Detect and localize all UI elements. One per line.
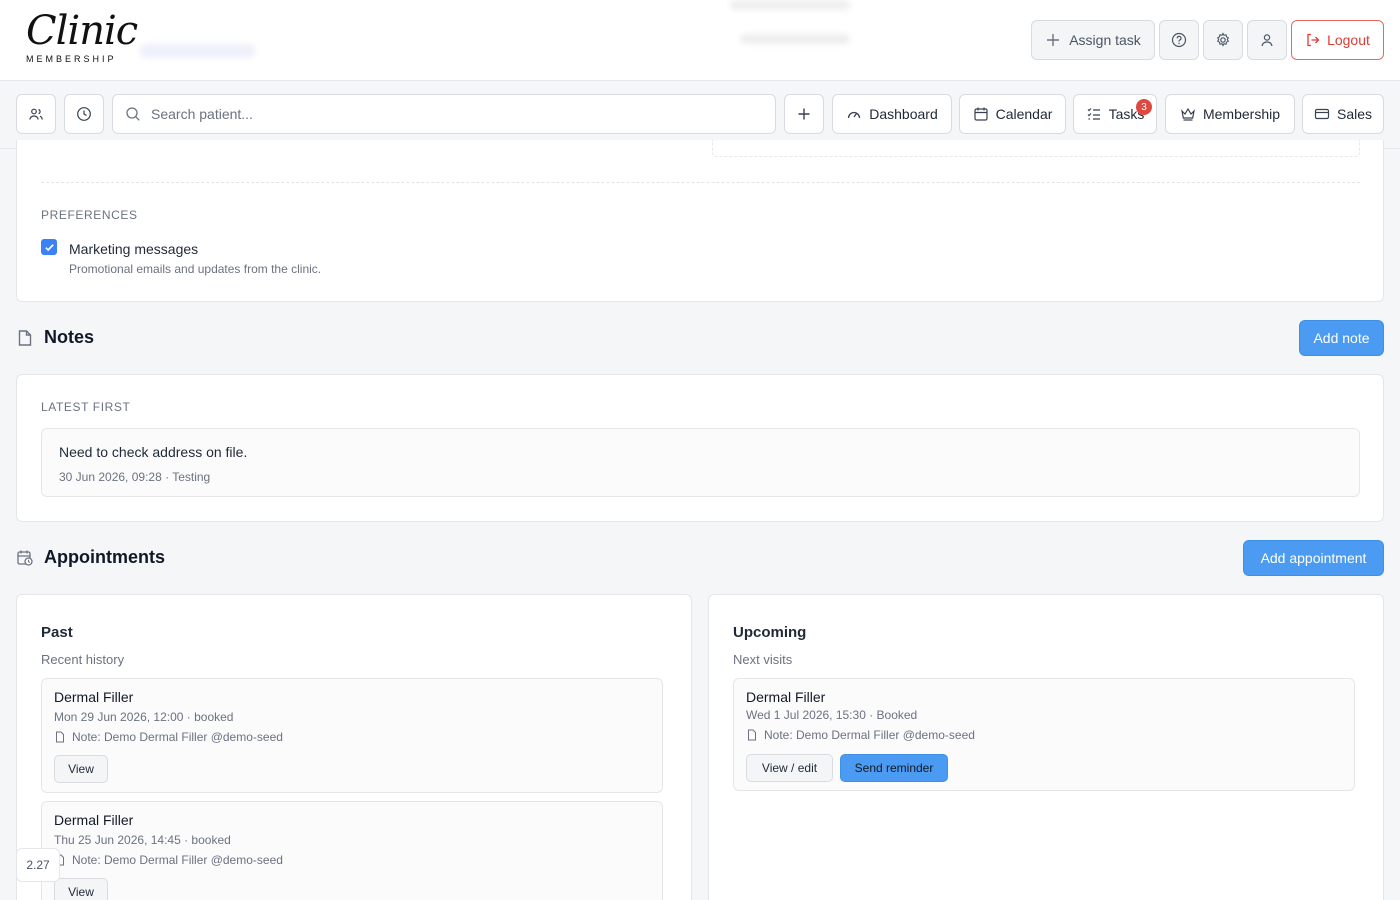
appointment-item: Dermal Filler Thu 25 Jun 2026, 14:45 · b… bbox=[41, 801, 663, 900]
gear-icon bbox=[1216, 32, 1230, 47]
calendar-clock-icon bbox=[17, 550, 33, 566]
check-icon bbox=[44, 243, 54, 251]
appointment-note: Note: Demo Dermal Filler @demo-seed bbox=[54, 730, 283, 744]
top-header: Clinic MEMBERSHIP Assign task Logout bbox=[0, 0, 1400, 81]
logout-label: Logout bbox=[1327, 32, 1370, 48]
users-icon bbox=[29, 108, 43, 120]
note-item: Need to check address on file. 30 Jun 20… bbox=[41, 428, 1360, 497]
view-edit-appointment-button[interactable]: View / edit bbox=[746, 754, 833, 782]
file-icon bbox=[748, 729, 756, 741]
file-icon bbox=[56, 731, 64, 743]
membership-label: Membership bbox=[1202, 106, 1281, 122]
marketing-checkbox[interactable] bbox=[41, 239, 57, 255]
assign-task-button[interactable]: Assign task bbox=[1031, 20, 1155, 60]
add-note-button[interactable]: Add note bbox=[1299, 320, 1384, 356]
address-box-edge bbox=[712, 140, 1360, 157]
marketing-label[interactable]: Marketing messages bbox=[69, 241, 198, 257]
blurred-text bbox=[730, 0, 850, 10]
logo-subtitle: MEMBERSHIP bbox=[26, 54, 117, 64]
appointments-title: Appointments bbox=[44, 547, 165, 567]
calendar-label: Calendar bbox=[995, 106, 1053, 122]
search-input[interactable] bbox=[151, 106, 751, 122]
settings-button[interactable] bbox=[1203, 20, 1243, 60]
appointment-note: Note: Demo Dermal Filler @demo-seed bbox=[54, 853, 283, 867]
sales-label: Sales bbox=[1336, 106, 1373, 122]
help-button[interactable] bbox=[1159, 20, 1199, 60]
add-appointment-button[interactable]: Add appointment bbox=[1243, 540, 1384, 576]
logout-icon bbox=[1307, 33, 1320, 47]
nav-bar: Dashboard Calendar Tasks 3 Membership Sa… bbox=[0, 81, 1400, 149]
user-icon bbox=[1261, 34, 1273, 47]
calendar-button[interactable]: Calendar bbox=[959, 94, 1066, 134]
sales-button[interactable]: Sales bbox=[1302, 94, 1384, 134]
notes-card: LATEST FIRST Need to check address on fi… bbox=[16, 374, 1384, 522]
credit-card-icon bbox=[1314, 108, 1330, 120]
appointment-date: Thu 25 Jun 2026, 14:45 · booked bbox=[54, 833, 231, 847]
past-appointments-card: Past Recent history Dermal Filler Mon 29… bbox=[16, 594, 692, 900]
plus-icon bbox=[798, 108, 810, 120]
note-meta: 30 Jun 2026, 09:28 · Testing bbox=[59, 470, 211, 484]
blurred-text bbox=[740, 34, 850, 44]
tasks-button[interactable]: Tasks 3 bbox=[1073, 94, 1157, 134]
appointment-note-text: Note: Demo Dermal Filler @demo-seed bbox=[72, 730, 283, 744]
appointment-item: Dermal Filler Mon 29 Jun 2026, 12:00 · b… bbox=[41, 678, 663, 793]
notes-order-label: LATEST FIRST bbox=[41, 400, 131, 414]
clock-icon bbox=[77, 107, 91, 121]
dashboard-label: Dashboard bbox=[869, 106, 938, 122]
appointment-note: Note: Demo Dermal Filler @demo-seed bbox=[746, 728, 975, 742]
logout-button[interactable]: Logout bbox=[1291, 20, 1384, 60]
section-divider bbox=[41, 182, 1360, 183]
appointment-note-text: Note: Demo Dermal Filler @demo-seed bbox=[72, 853, 283, 867]
upcoming-title: Upcoming bbox=[733, 624, 807, 641]
blurred-text bbox=[140, 44, 255, 58]
upcoming-subtitle: Next visits bbox=[733, 652, 793, 667]
appointment-name: Dermal Filler bbox=[746, 689, 826, 705]
appointment-item: Dermal Filler Wed 1 Jul 2026, 15:30 · Bo… bbox=[733, 678, 1355, 791]
search-icon bbox=[126, 107, 140, 121]
logo-script: Clinic bbox=[26, 8, 138, 54]
help-circle-icon bbox=[1171, 32, 1187, 48]
appointment-name: Dermal Filler bbox=[54, 812, 134, 828]
file-icon bbox=[18, 329, 32, 346]
past-title: Past bbox=[41, 624, 73, 641]
appointment-date: Wed 1 Jul 2026, 15:30 · Booked bbox=[746, 708, 918, 722]
assign-task-label: Assign task bbox=[1069, 32, 1141, 48]
notes-title: Notes bbox=[44, 327, 95, 347]
patients-button[interactable] bbox=[16, 94, 56, 134]
add-button[interactable] bbox=[784, 94, 824, 134]
profile-button[interactable] bbox=[1247, 20, 1287, 60]
view-appointment-button[interactable]: View bbox=[54, 755, 108, 783]
membership-button[interactable]: Membership bbox=[1165, 94, 1295, 134]
appointment-name: Dermal Filler bbox=[54, 689, 134, 705]
appointment-note-text: Note: Demo Dermal Filler @demo-seed bbox=[764, 728, 975, 742]
upcoming-appointments-card: Upcoming Next visits Dermal Filler Wed 1… bbox=[708, 594, 1384, 900]
version-badge: 2.27 bbox=[16, 848, 60, 882]
checklist-icon bbox=[1087, 108, 1100, 120]
crown-icon bbox=[1181, 107, 1195, 121]
search-bar[interactable] bbox=[112, 94, 776, 134]
notes-section-header: Notes bbox=[16, 327, 94, 348]
clinic-logo[interactable]: Clinic MEMBERSHIP bbox=[26, 8, 138, 70]
tasks-count-badge: 3 bbox=[1136, 99, 1152, 115]
marketing-help-text: Promotional emails and updates from the … bbox=[69, 262, 322, 276]
preferences-heading: PREFERENCES bbox=[41, 208, 138, 222]
dashboard-button[interactable]: Dashboard bbox=[832, 94, 952, 134]
appointments-section-header: Appointments bbox=[16, 547, 165, 568]
send-reminder-button[interactable]: Send reminder bbox=[840, 754, 948, 782]
patient-details-card: PREFERENCES Marketing messages Promotion… bbox=[16, 140, 1384, 302]
history-button[interactable] bbox=[64, 94, 104, 134]
past-subtitle: Recent history bbox=[41, 652, 125, 667]
view-appointment-button[interactable]: View bbox=[54, 878, 108, 900]
calendar-icon bbox=[973, 107, 988, 121]
appointment-date: Mon 29 Jun 2026, 12:00 · booked bbox=[54, 710, 234, 724]
note-text: Need to check address on file. bbox=[59, 444, 248, 460]
gauge-icon bbox=[848, 111, 861, 119]
plus-icon bbox=[1047, 34, 1060, 46]
